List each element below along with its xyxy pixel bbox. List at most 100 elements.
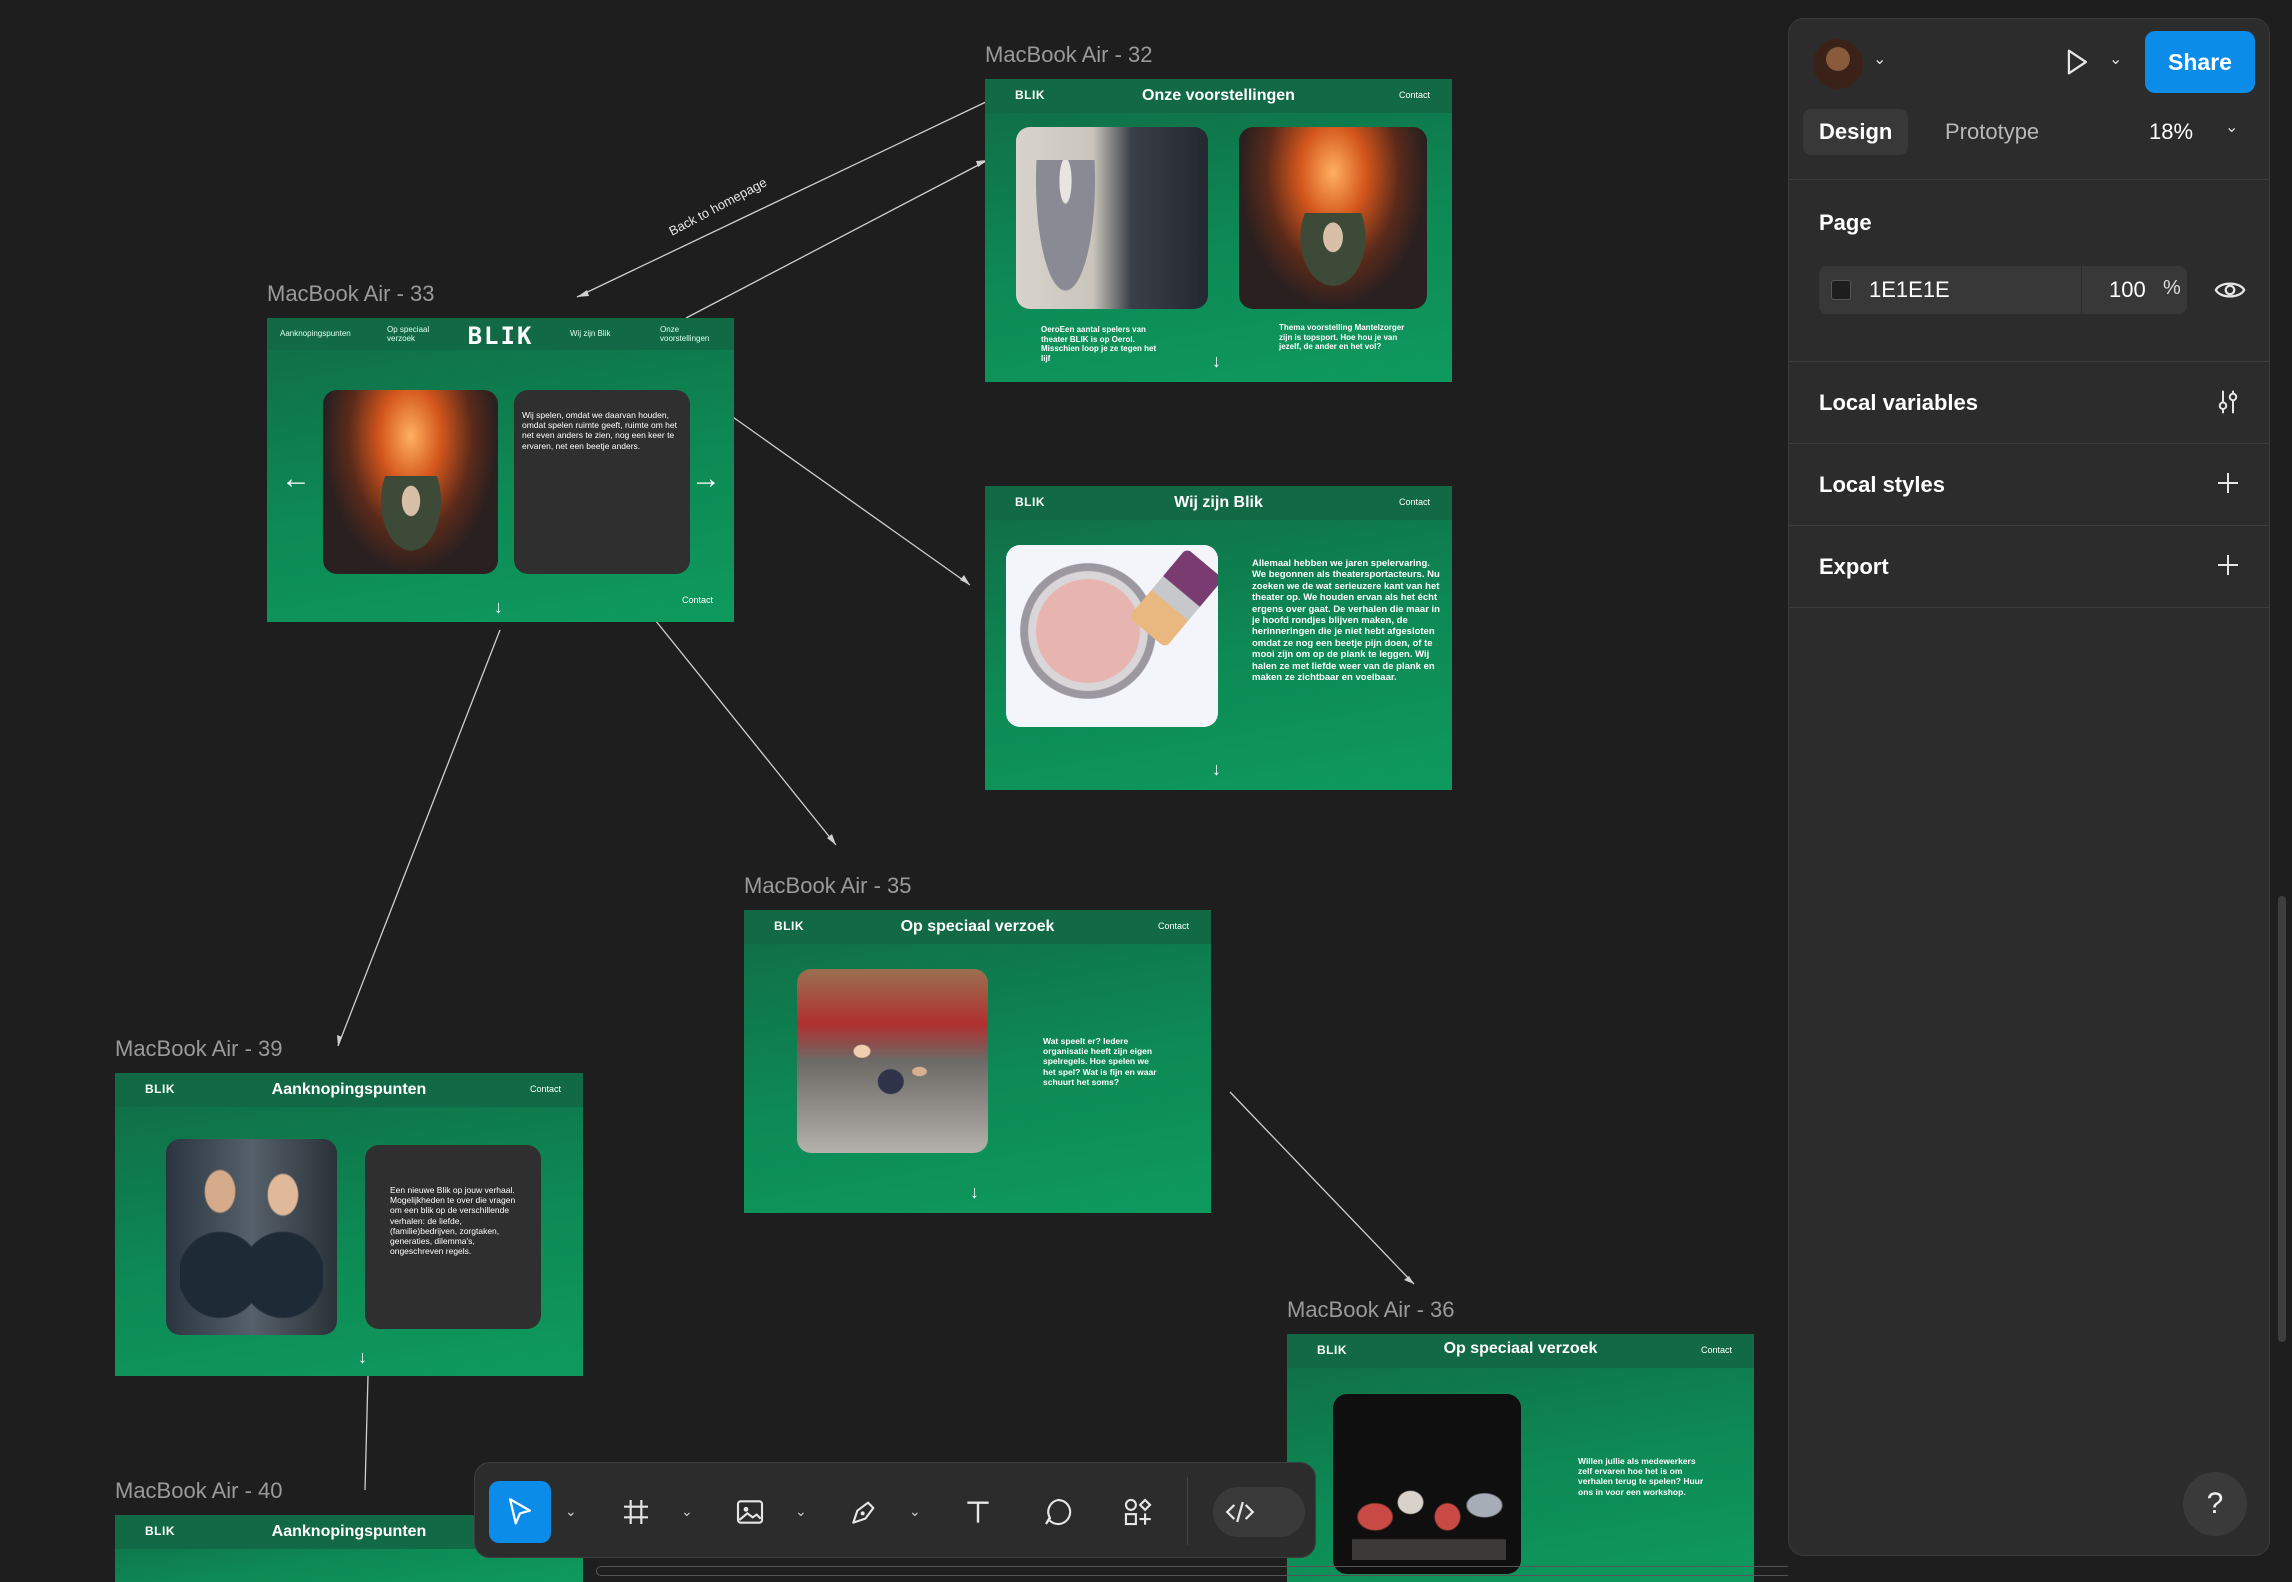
frame-title: Op speciaal verzoek — [1443, 1340, 1598, 1357]
down-arrow-icon: ↓ — [494, 597, 503, 617]
caption-oerol: OeroEen aantal spelers van theater BLIK … — [1041, 325, 1157, 363]
connection-line — [337, 629, 501, 1047]
dev-mode-toggle[interactable] — [1213, 1487, 1305, 1537]
tab-prototype[interactable]: Prototype — [1929, 109, 2055, 155]
variables-sliders-icon[interactable] — [2213, 386, 2243, 423]
text-tool-button[interactable] — [947, 1481, 1009, 1543]
frame-title: Aanknopingspunten — [271, 1081, 427, 1098]
frame-label[interactable]: MacBook Air - 33 — [267, 281, 435, 307]
tab-design[interactable]: Design — [1803, 109, 1909, 155]
connection-line — [364, 1375, 369, 1491]
frame-contact-link: Contact — [681, 595, 713, 605]
frame-home[interactable]: Aanknopingspunten Op speciaal verzoek BL… — [267, 318, 734, 622]
frame-contact-link: Contact — [1398, 90, 1430, 100]
move-tool-button[interactable] — [489, 1481, 551, 1543]
chevron-down-icon[interactable]: ⌄ — [565, 1503, 577, 1520]
workers-photo — [166, 1139, 337, 1335]
concert-audience-photo — [1239, 127, 1427, 309]
arrowhead — [577, 290, 589, 297]
frame-label[interactable]: MacBook Air - 32 — [985, 42, 1153, 68]
components-tool-button[interactable] — [1107, 1481, 1169, 1543]
next-arrow-icon: → — [691, 462, 721, 495]
down-arrow-icon: ↓ — [970, 1182, 979, 1202]
local-variables-heading: Local variables — [1819, 390, 1978, 415]
properties-panel: ⌄ ⌄ Share Design Prototype 18% ⌄ Page 1E… — [1788, 18, 2270, 1556]
frame-title: Op speciaal verzoek — [900, 918, 1055, 935]
color-swatch[interactable] — [1831, 280, 1851, 300]
comment-icon — [1045, 1498, 1072, 1526]
aanknopingspunten-card: Een nieuwe Blik op jouw verhaal. Mogelij… — [365, 1145, 541, 1329]
intro-text: Wij spelen, omdat we daarvan houden, omd… — [522, 410, 677, 451]
chevron-down-icon[interactable]: ⌄ — [2225, 117, 2238, 137]
down-arrow-icon: ↓ — [358, 1347, 367, 1367]
add-export-plus-icon[interactable] — [2213, 550, 2243, 586]
export-section[interactable]: Export — [1789, 526, 2269, 608]
chevron-down-icon[interactable]: ⌄ — [2109, 49, 2122, 69]
frame-label[interactable]: MacBook Air - 36 — [1287, 1297, 1455, 1323]
page-color-value[interactable]: 1E1E1E — [1869, 277, 1950, 303]
connection-line — [576, 99, 991, 298]
text-icon — [967, 1501, 989, 1523]
arrowhead — [960, 575, 970, 585]
workshop-text: Willen jullie als medewerkers zelf ervar… — [1578, 1456, 1704, 1497]
present-play-icon[interactable] — [2059, 45, 2093, 84]
frame-aanknopingspunten[interactable]: BLIK Aanknopingspunten Contact Een nieuw… — [115, 1073, 583, 1376]
page-color-field[interactable]: 1E1E1E 100 % — [1819, 266, 2187, 314]
vertical-scrollbar[interactable] — [2278, 896, 2286, 1342]
cursor-icon — [508, 1498, 532, 1525]
percent-sign: % — [2163, 277, 2181, 299]
frame-contact-link: Contact — [529, 1084, 561, 1094]
chevron-down-icon[interactable]: ⌄ — [909, 1503, 921, 1520]
pen-icon — [852, 1501, 875, 1524]
shapes-plus-icon — [1124, 1498, 1152, 1526]
frame-op-speciaal-verzoek[interactable]: BLIK Op speciaal verzoek Contact Wat spe… — [744, 910, 1211, 1213]
image-tool-button[interactable] — [719, 1481, 781, 1543]
comment-tool-button[interactable] — [1027, 1481, 1089, 1543]
chevron-down-icon[interactable]: ⌄ — [795, 1503, 807, 1520]
arrowhead — [337, 1035, 342, 1046]
help-button[interactable]: ? — [2183, 1472, 2247, 1536]
frame-onze-voorstellingen[interactable]: BLIK Onze voorstellingen Contact OeroEen… — [985, 79, 1452, 382]
frame-contact-link: Contact — [1157, 921, 1189, 931]
frame-wij-zijn-blik[interactable]: BLIK Wij zijn Blik Contact Allemaal hebb… — [985, 486, 1452, 790]
dance-performance-photo — [1333, 1394, 1521, 1574]
local-variables-section[interactable]: Local variables — [1789, 362, 2269, 444]
bottom-toolbar: ⌄ ⌄ ⌄ ⌄ — [474, 1462, 1316, 1558]
share-button[interactable]: Share — [2145, 31, 2255, 93]
arrowhead — [1404, 1276, 1414, 1284]
intro-card: Wij spelen, omdat we daarvan houden, omd… — [514, 390, 690, 574]
zoom-level[interactable]: 18% — [2149, 109, 2193, 155]
connection-line — [685, 159, 989, 319]
elderly-couple-photo — [1016, 127, 1208, 309]
chevron-down-icon[interactable]: ⌄ — [1873, 49, 1886, 69]
code-icon — [1225, 1501, 1255, 1523]
arrowhead — [827, 834, 836, 845]
eye-icon[interactable] — [2213, 273, 2247, 312]
office-team-photo — [797, 969, 988, 1153]
export-heading: Export — [1819, 554, 1889, 579]
frame-label[interactable]: MacBook Air - 40 — [115, 1478, 283, 1504]
frame-label[interactable]: MacBook Air - 39 — [115, 1036, 283, 1062]
caption-theme: Thema voorstelling Mantelzorger zijn is … — [1279, 323, 1405, 352]
frame-title: Onze voorstellingen — [1142, 87, 1295, 104]
nav-onze-voorstellingen: Onze voorstellingen — [660, 325, 710, 343]
add-style-plus-icon[interactable] — [2213, 468, 2243, 504]
nav-wij-zijn-blik: Wij zijn Blik — [570, 329, 611, 338]
down-arrow-icon: ↓ — [1212, 351, 1221, 371]
frame-contact-link: Contact — [1700, 1345, 1732, 1355]
avatar[interactable] — [1813, 39, 1863, 89]
image-icon — [736, 1500, 764, 1524]
frame-contact-link: Contact — [1398, 497, 1430, 507]
horizontal-scrollbar[interactable] — [596, 1566, 1788, 1576]
toolbar-divider — [1187, 1477, 1188, 1545]
card-text: Een nieuwe Blik op jouw verhaal. Mogelij… — [390, 1185, 516, 1257]
request-text: Wat speelt er? Iedere organisatie heeft … — [1043, 1036, 1157, 1087]
design-canvas[interactable]: Back to homepage MacBook Air - 32 BLIK O… — [0, 0, 1788, 1582]
frame-tool-button[interactable] — [605, 1481, 667, 1543]
chevron-down-icon[interactable]: ⌄ — [681, 1503, 693, 1520]
frame-label[interactable]: MacBook Air - 35 — [744, 873, 912, 899]
frame-workshop[interactable]: BLIK Op speciaal verzoek Contact Willen … — [1287, 1334, 1754, 1582]
page-opacity-value[interactable]: 100 — [2109, 277, 2146, 303]
pen-tool-button[interactable] — [833, 1481, 895, 1543]
local-styles-section[interactable]: Local styles — [1789, 444, 2269, 526]
